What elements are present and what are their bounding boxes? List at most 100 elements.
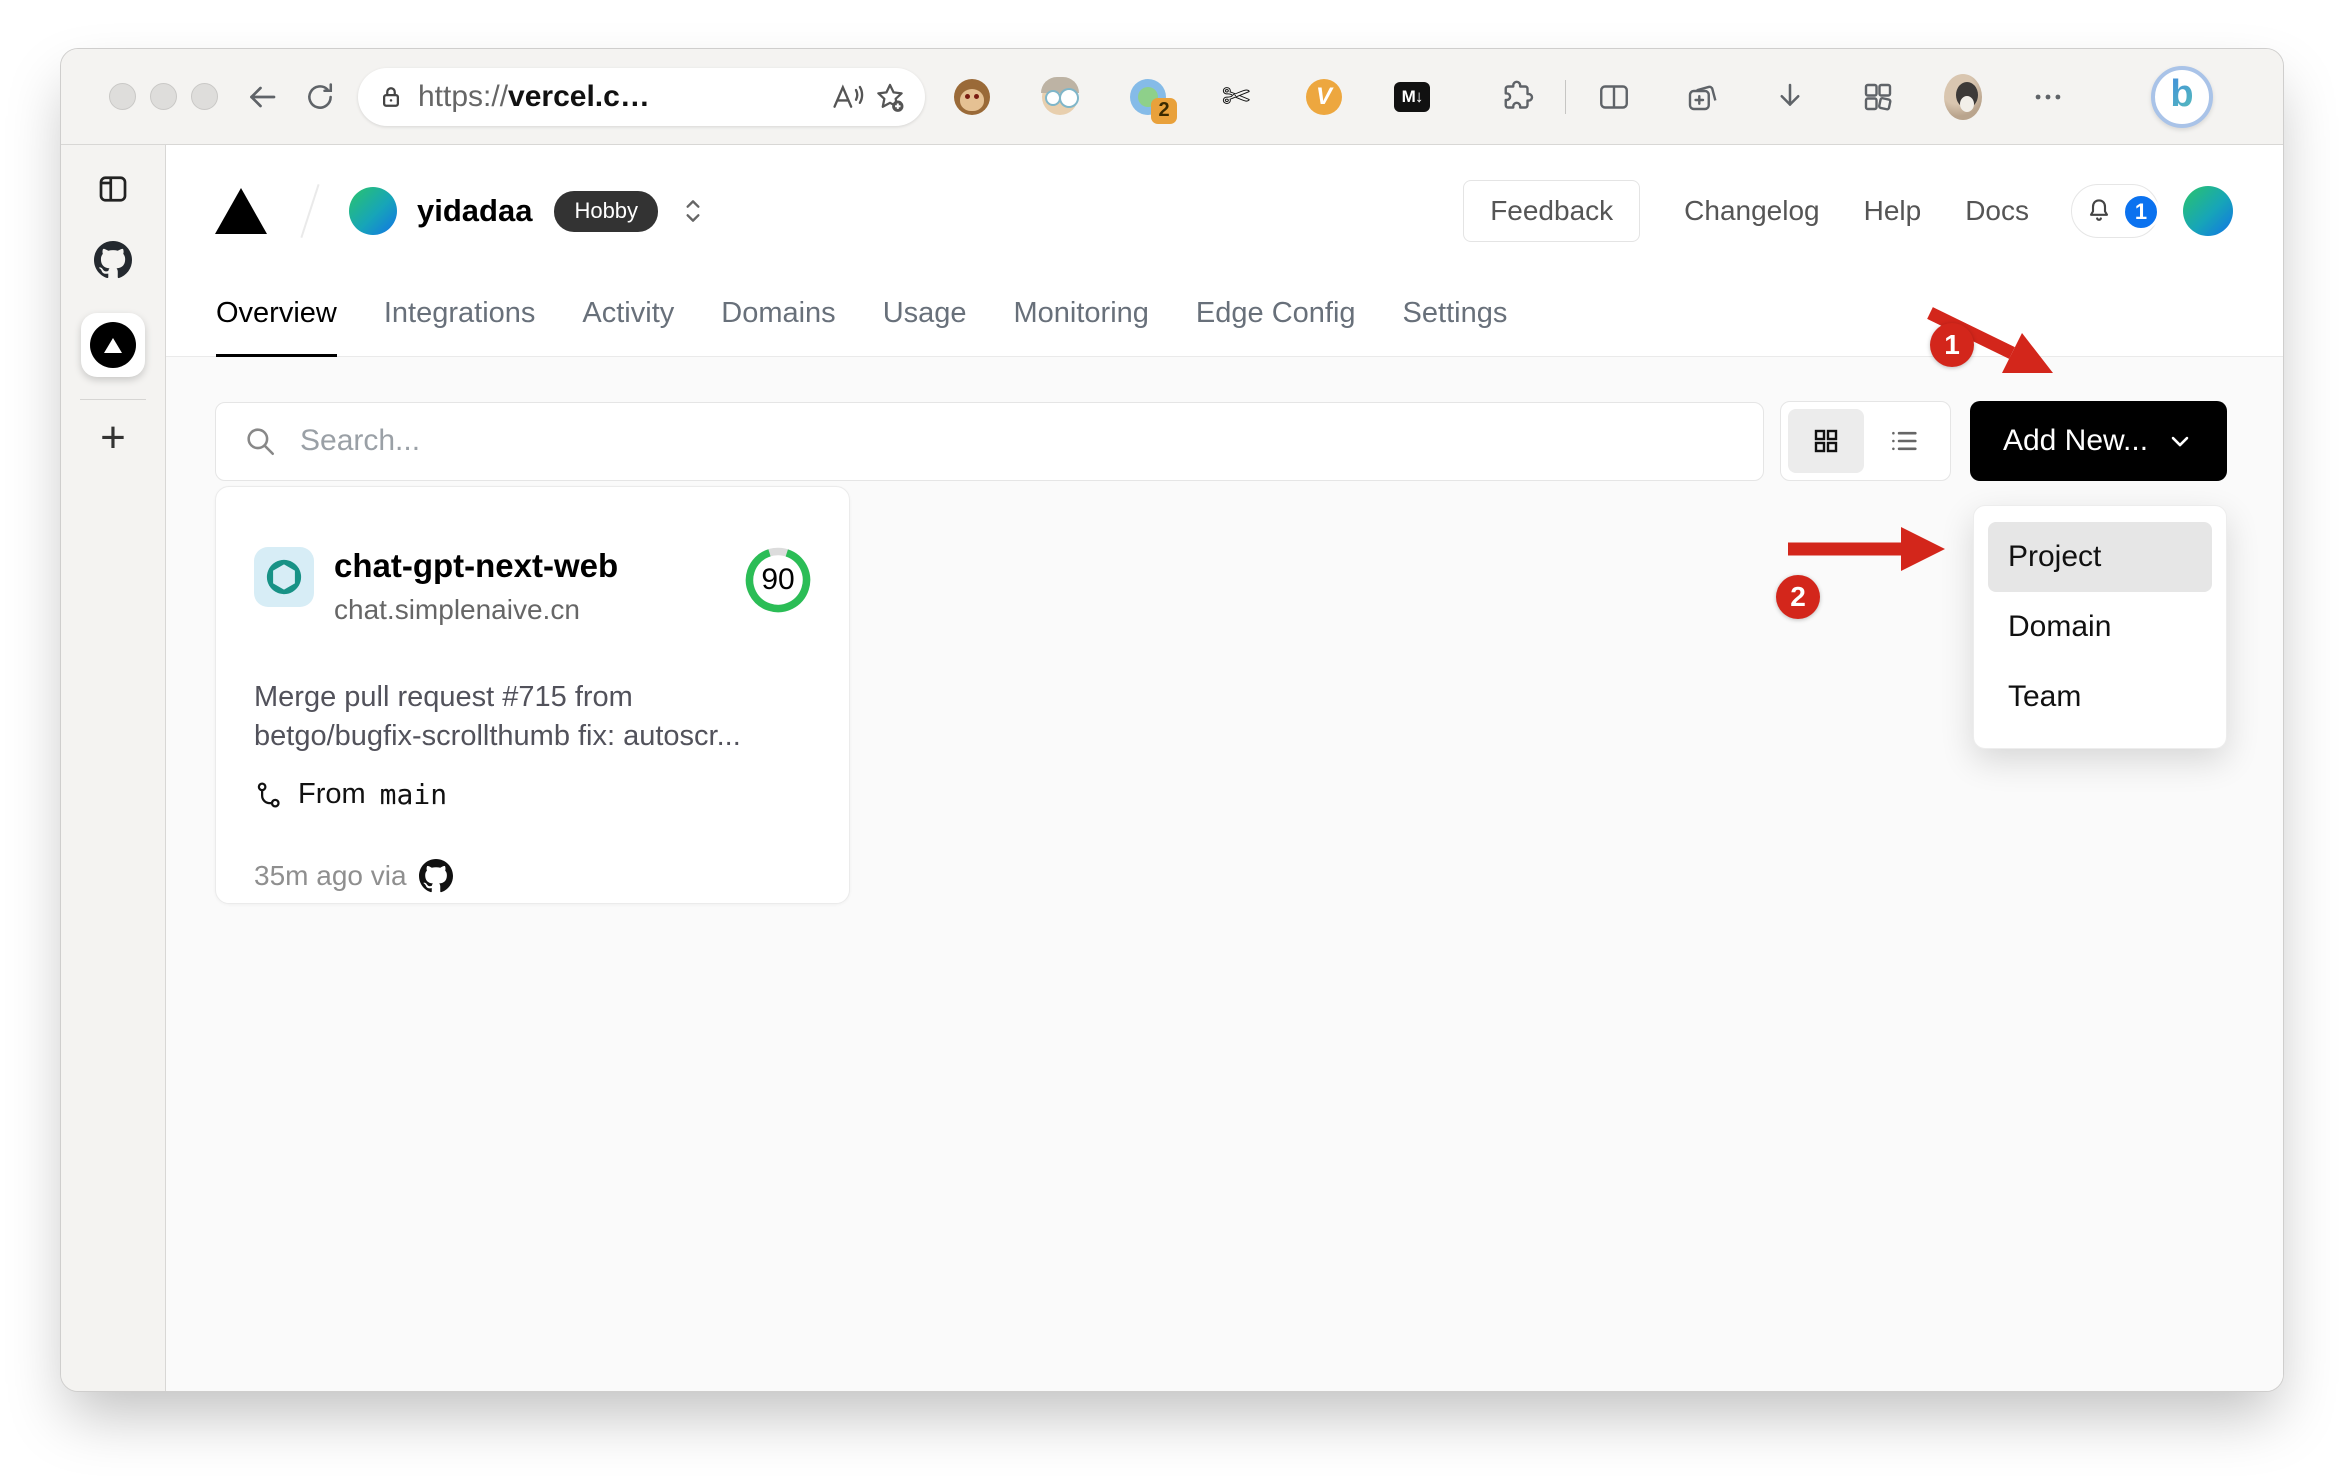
team-avatar bbox=[349, 187, 397, 235]
puzzle-icon bbox=[1504, 80, 1534, 109]
changelog-link[interactable]: Changelog bbox=[1684, 195, 1819, 227]
collections-button[interactable] bbox=[1680, 75, 1724, 119]
projects-toolbar: Add New... bbox=[215, 401, 2233, 481]
read-aloud-icon bbox=[833, 83, 864, 108]
markdown-icon: M↓ bbox=[1394, 81, 1430, 112]
tab-settings[interactable]: Settings bbox=[1403, 297, 1508, 357]
openai-project-icon bbox=[254, 547, 314, 607]
lock-icon bbox=[383, 86, 399, 107]
tab-vercel-active[interactable] bbox=[81, 313, 145, 377]
git-branch-icon bbox=[257, 782, 280, 807]
list-view-icon bbox=[1891, 431, 1917, 451]
address-bar[interactable]: https://vercel.c… bbox=[358, 67, 925, 126]
favorite-button[interactable] bbox=[873, 75, 907, 119]
search-box bbox=[215, 401, 1764, 481]
split-screen-button[interactable] bbox=[1592, 75, 1636, 119]
docs-link[interactable]: Docs bbox=[1965, 195, 2029, 227]
screenshot-canvas: https://vercel.c… 2 ✄ V M↓ b + yidadaa H… bbox=[0, 0, 2342, 1476]
apps-grid-icon bbox=[1864, 83, 1892, 110]
bing-icon: b bbox=[2170, 73, 2194, 115]
grid-view-button[interactable] bbox=[1788, 409, 1864, 473]
markdown-extension-button[interactable]: M↓ bbox=[1393, 78, 1431, 116]
session-extension-button[interactable]: 2 bbox=[1129, 78, 1177, 124]
bell-icon bbox=[2089, 199, 2109, 221]
downloads-button[interactable] bbox=[1768, 75, 1812, 119]
chevron-updown-icon bbox=[686, 200, 700, 222]
vercel-favicon bbox=[90, 322, 136, 368]
add-new-button[interactable]: Add New... bbox=[1970, 401, 2227, 481]
tab-edge-config[interactable]: Edge Config bbox=[1196, 297, 1356, 357]
v-extension-button[interactable]: V bbox=[1305, 78, 1343, 116]
project-card[interactable]: chat-gpt-next-web chat.simplenaive.cn 90 bbox=[215, 486, 850, 904]
traffic-lights bbox=[109, 83, 218, 110]
tampermonkey-extension-button[interactable] bbox=[953, 78, 991, 116]
collections-add-icon bbox=[1688, 85, 1717, 110]
refresh-button[interactable] bbox=[298, 75, 342, 119]
bing-chat-button[interactable]: b bbox=[2151, 65, 2213, 128]
lighthouse-score: 90 bbox=[745, 547, 811, 613]
more-menu-button[interactable] bbox=[2026, 75, 2070, 119]
breadcrumb-slash bbox=[300, 184, 320, 238]
team-name: yidadaa bbox=[417, 193, 533, 228]
team-switcher-button[interactable] bbox=[680, 196, 706, 226]
search-icon bbox=[243, 424, 277, 458]
extension-count-badge: 2 bbox=[1151, 97, 1177, 124]
browser-window: https://vercel.c… 2 ✄ V M↓ b + yidadaa H… bbox=[60, 48, 2284, 1392]
refresh-icon bbox=[308, 82, 333, 109]
header-actions: Feedback Changelog Help Docs 1 bbox=[1463, 180, 2233, 242]
toolbar-divider bbox=[1565, 79, 1566, 114]
score-value: 90 bbox=[761, 563, 795, 596]
branch-name: main bbox=[379, 778, 448, 811]
search-input[interactable] bbox=[215, 401, 1764, 481]
extensions-menu-button[interactable] bbox=[1495, 75, 1539, 119]
url-text: https://vercel.c… bbox=[418, 79, 650, 113]
apps-button[interactable] bbox=[1856, 75, 1900, 119]
tab-panel-button[interactable] bbox=[95, 171, 131, 207]
download-icon bbox=[1780, 83, 1800, 106]
edge-vertical-tabs-sidebar: + bbox=[61, 145, 166, 1391]
person-glasses-icon bbox=[1041, 76, 1079, 115]
add-new-label: Add New... bbox=[2002, 424, 2149, 457]
dashboard-body: Add New... bbox=[166, 357, 2283, 1391]
back-button[interactable] bbox=[240, 75, 284, 119]
tab-github[interactable] bbox=[94, 241, 132, 279]
help-link[interactable]: Help bbox=[1864, 195, 1922, 227]
zoom-window-button[interactable] bbox=[191, 83, 218, 110]
dropdown-item-domain[interactable]: Domain bbox=[1988, 592, 2212, 662]
clipper-extension-button[interactable]: ✄ bbox=[1217, 78, 1255, 116]
tab-domains[interactable]: Domains bbox=[721, 297, 835, 357]
new-tab-button[interactable]: + bbox=[100, 416, 126, 460]
tab-monitoring[interactable]: Monitoring bbox=[1014, 297, 1149, 357]
browser-profile-button[interactable] bbox=[1944, 73, 1982, 120]
back-arrow-icon bbox=[250, 86, 276, 107]
list-view-button[interactable] bbox=[1864, 424, 1943, 458]
toolbar-actions bbox=[1592, 73, 2070, 120]
tab-overview[interactable]: Overview bbox=[216, 297, 337, 357]
tab-activity[interactable]: Activity bbox=[582, 297, 674, 357]
branch-label: From bbox=[298, 778, 366, 810]
user-avatar[interactable] bbox=[2183, 186, 2233, 236]
tab-usage[interactable]: Usage bbox=[883, 297, 967, 357]
ellipsis-icon bbox=[2035, 94, 2061, 99]
commit-message[interactable]: Merge pull request #715 from betgo/bugfi… bbox=[254, 678, 811, 756]
minimize-window-button[interactable] bbox=[150, 83, 177, 110]
monkey-icon bbox=[954, 78, 990, 115]
url-domain: vercel.c… bbox=[508, 79, 650, 113]
split-screen-icon bbox=[1600, 84, 1628, 109]
annotation-step-1: 1 bbox=[1930, 323, 1974, 367]
tab-integrations[interactable]: Integrations bbox=[384, 297, 536, 357]
close-window-button[interactable] bbox=[109, 83, 136, 110]
reader-extension-button[interactable] bbox=[1041, 76, 1079, 116]
dropdown-item-team[interactable]: Team bbox=[1988, 662, 2212, 732]
feedback-button[interactable]: Feedback bbox=[1463, 180, 1641, 242]
plus-icon: + bbox=[100, 413, 126, 462]
vercel-logo[interactable] bbox=[215, 188, 267, 234]
read-aloud-button[interactable] bbox=[829, 75, 865, 119]
notifications-button[interactable]: 1 bbox=[2071, 184, 2160, 238]
chevron-down-icon bbox=[2171, 436, 2189, 447]
dropdown-item-project[interactable]: Project bbox=[1988, 522, 2212, 592]
sidebar-divider bbox=[80, 399, 146, 400]
project-domain[interactable]: chat.simplenaive.cn bbox=[334, 594, 618, 626]
project-name[interactable]: chat-gpt-next-web bbox=[334, 547, 618, 585]
view-toggle bbox=[1780, 401, 1951, 481]
